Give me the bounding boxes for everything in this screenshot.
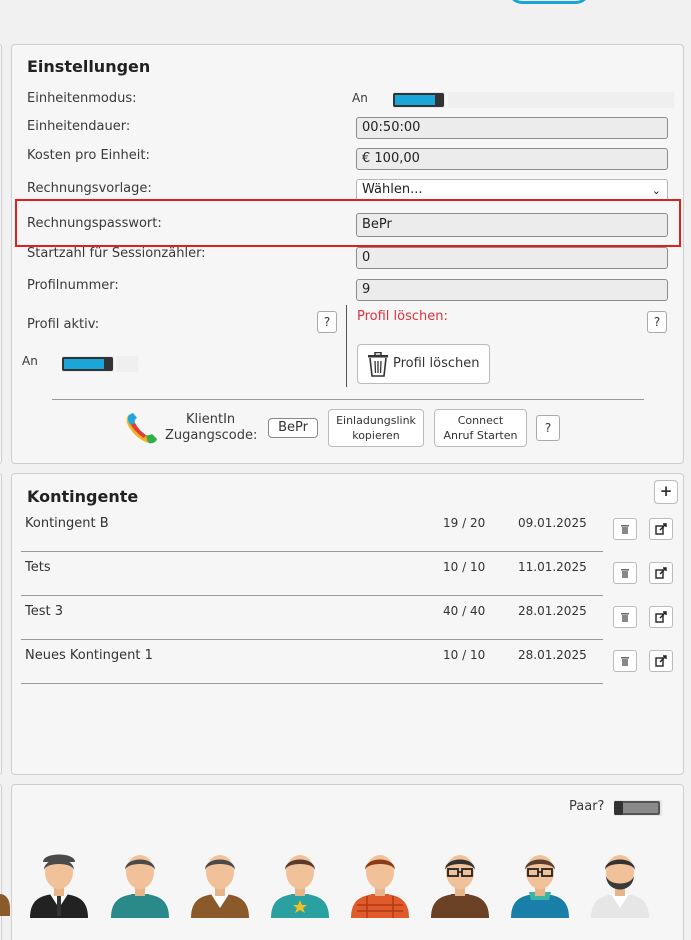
connect-line2: Anruf Starten (443, 429, 518, 442)
cost-label: Kosten pro Einheit: (27, 148, 150, 163)
left-panel-edge (0, 44, 2, 464)
client-code-field[interactable]: BePr (268, 418, 318, 438)
contingent-name: Test 3 (25, 604, 64, 619)
avatar-icon[interactable] (107, 850, 173, 918)
trash-icon (621, 569, 629, 578)
contingent-name: Neues Kontingent 1 (25, 648, 153, 663)
contingent-name: Kontingent B (25, 516, 109, 531)
avatar-icon[interactable] (587, 850, 653, 918)
vertical-divider (346, 305, 347, 387)
unit-duration-input[interactable]: 00:50:00 (356, 117, 668, 139)
contingent-date: 09.01.2025 (518, 516, 587, 530)
invoice-template-select[interactable]: Wählen... ⌄ (356, 179, 668, 201)
avatar-partial-icon (0, 894, 10, 916)
trash-icon (621, 525, 629, 534)
pair-toggle[interactable] (614, 800, 662, 816)
avatar-icon[interactable] (26, 850, 92, 918)
invite-link-line1: Einladungslink (336, 414, 416, 427)
edit-contingent-button[interactable] (649, 518, 673, 540)
trash-icon (368, 352, 388, 377)
contingent-row[interactable]: Neues Kontingent 1 10 / 10 28.01.2025 (21, 640, 603, 684)
edit-icon (655, 567, 667, 579)
phone-icon (126, 413, 157, 444)
contingents-title: Kontingente (27, 487, 139, 506)
contingent-date: 11.01.2025 (518, 560, 587, 574)
edit-icon (655, 523, 667, 535)
invoice-template-label: Rechnungsvorlage: (27, 181, 152, 196)
connect-help-button[interactable]: ? (536, 415, 560, 441)
profile-active-label: Profil aktiv: (27, 317, 100, 332)
invoice-password-input[interactable]: BePr (356, 213, 668, 237)
session-counter-label: Startzahl für Sessionzähler: (27, 246, 206, 261)
contingent-row[interactable]: Kontingent B 19 / 20 09.01.2025 (21, 508, 603, 552)
profile-number-label: Profilnummer: (27, 278, 119, 293)
profile-active-track (116, 356, 138, 372)
units-mode-toggle[interactable] (393, 92, 445, 108)
invoice-password-label: Rechnungspasswort: (27, 216, 162, 231)
delete-contingent-button[interactable] (613, 518, 637, 540)
contingent-count: 40 / 40 (443, 604, 486, 618)
trash-icon (621, 657, 629, 666)
top-button-edge[interactable] (508, 0, 590, 4)
edit-icon (655, 611, 667, 623)
delete-contingent-button[interactable] (613, 606, 637, 628)
profile-active-help-button[interactable]: ? (317, 311, 337, 333)
edit-contingent-button[interactable] (649, 562, 673, 584)
edit-contingent-button[interactable] (649, 606, 673, 628)
contingent-date: 28.01.2025 (518, 604, 587, 618)
connect-line1: Connect (457, 414, 504, 427)
units-mode-label: Einheitenmodus: (27, 91, 137, 106)
avatar-icon[interactable] (187, 850, 253, 918)
add-contingent-button[interactable]: + (654, 480, 678, 504)
edit-contingent-button[interactable] (649, 650, 673, 672)
contingent-row[interactable]: Tets 10 / 10 11.01.2025 (21, 552, 603, 596)
contingent-row[interactable]: Test 3 40 / 40 28.01.2025 (21, 596, 603, 640)
avatar-icon[interactable] (427, 850, 493, 918)
unit-duration-label: Einheitendauer: (27, 119, 131, 134)
delete-profile-help-button[interactable]: ? (647, 311, 667, 333)
invite-link-line2: kopieren (352, 429, 400, 442)
avatar-icon[interactable] (267, 850, 333, 918)
horizontal-divider (52, 399, 644, 400)
left-panel-edge-3 (0, 784, 2, 940)
delete-contingent-button[interactable] (613, 650, 637, 672)
client-label-line1: KlientIn (186, 412, 236, 427)
settings-title: Einstellungen (27, 57, 151, 76)
pair-label: Paar? (569, 799, 605, 814)
profile-active-toggle[interactable] (62, 356, 114, 372)
delete-contingent-button[interactable] (613, 562, 637, 584)
contingent-count: 10 / 10 (443, 648, 486, 662)
avatar-icon[interactable] (507, 850, 573, 918)
delete-profile-heading: Profil löschen: (357, 309, 448, 324)
cost-input[interactable]: € 100,00 (356, 148, 668, 170)
trash-icon (621, 613, 629, 622)
session-counter-input[interactable]: 0 (356, 247, 668, 269)
contingent-count: 10 / 10 (443, 560, 486, 574)
avatar-icon[interactable] (347, 850, 413, 918)
client-label-line2: Zugangscode: (165, 428, 258, 443)
contingent-date: 28.01.2025 (518, 648, 587, 662)
delete-profile-button-label: Profil löschen (393, 356, 480, 371)
edit-icon (655, 655, 667, 667)
contingent-name: Tets (25, 560, 51, 575)
units-mode-state: An (352, 91, 368, 105)
units-mode-track (448, 92, 674, 108)
connect-call-button[interactable]: Connect Anruf Starten (434, 409, 527, 447)
profile-number-input[interactable]: 9 (356, 279, 668, 301)
left-panel-edge-2 (0, 473, 2, 775)
invoice-template-value: Wählen... (362, 182, 423, 197)
contingent-count: 19 / 20 (443, 516, 486, 530)
invite-link-button[interactable]: Einladungslink kopieren (328, 409, 424, 447)
delete-profile-button[interactable]: Profil löschen (357, 344, 490, 384)
chevron-down-icon: ⌄ (651, 184, 661, 197)
profile-active-state: An (22, 354, 38, 368)
